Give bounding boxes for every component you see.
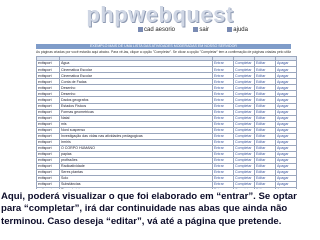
caption-box: Aqui, poderá visualizar o que foi elabor…	[0, 189, 320, 240]
complete-link[interactable]: Completar	[233, 156, 255, 165]
complete-link[interactable]: Completar	[233, 96, 255, 104]
complete-link[interactable]: Completar	[233, 108, 255, 116]
phpwebquest-logo: phpwebquest	[86, 2, 234, 27]
complete-link[interactable]: Completar	[233, 84, 255, 92]
page-title: EXEMPLO MAIS DE UMA LISTA DAS ATIVIDADES…	[36, 44, 291, 49]
cad-aesorio-link[interactable]: cad aesorio	[138, 27, 175, 34]
complete-link[interactable]: Completar	[233, 66, 255, 74]
complete-link[interactable]: Completar	[233, 175, 255, 183]
complete-link[interactable]: Completar	[233, 120, 255, 128]
user-links: cad aesorio sair ajuda	[138, 26, 248, 35]
exit-icon	[193, 27, 199, 33]
complete-link[interactable]: Completar	[233, 60, 255, 68]
complete-link[interactable]: Completar	[233, 150, 255, 158]
caption-text: Aqui, poderá visualizar o que foi elabor…	[1, 191, 297, 227]
complete-link[interactable]: Completar	[233, 126, 255, 134]
complete-link[interactable]: Completar	[233, 102, 255, 110]
complete-link[interactable]: Completar	[233, 72, 255, 80]
complete-link[interactable]: Completar	[233, 78, 255, 86]
complete-link[interactable]: Completar	[233, 90, 255, 98]
user-icon	[138, 27, 143, 33]
webquest-table: exitsport Água Entrar Completar Editar Apagar…	[36, 56, 297, 207]
complete-link[interactable]: Completar	[233, 138, 255, 146]
complete-link[interactable]: Completar	[233, 114, 255, 122]
main-content: EXEMPLO MAIS DE UMA LISTA DAS ATIVIDADES…	[36, 44, 297, 207]
complete-link[interactable]: Completar	[233, 144, 255, 152]
help-icon	[227, 27, 233, 33]
complete-link[interactable]: Completar	[233, 181, 255, 189]
ajuda-link[interactable]: ajuda	[227, 27, 248, 34]
sair-link[interactable]: sair	[193, 27, 209, 34]
complete-link[interactable]: Completar	[233, 162, 255, 171]
complete-link[interactable]: Completar	[233, 169, 255, 177]
complete-link[interactable]: Completar	[233, 132, 255, 140]
intro-text: As páginas criadas por você estarão aqui…	[36, 50, 291, 54]
